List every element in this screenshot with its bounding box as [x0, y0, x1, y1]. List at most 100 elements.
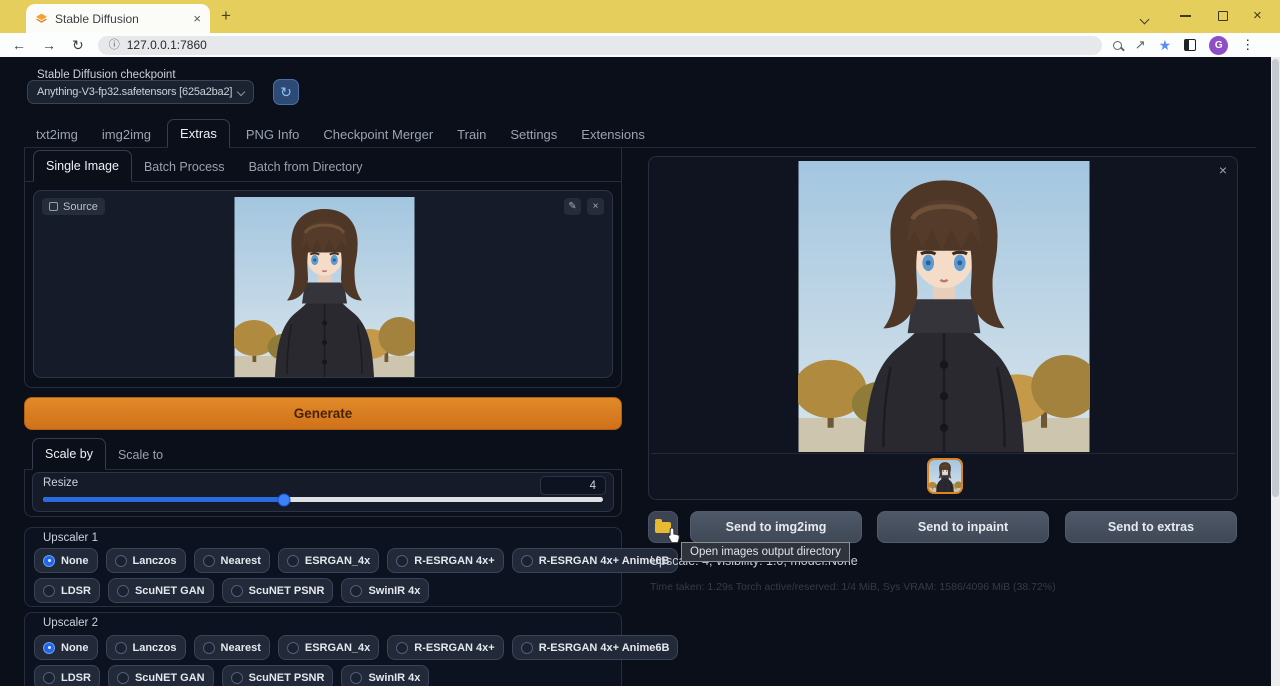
upscaler2-option-resrgan-anime6b[interactable]: R-ESRGAN 4x+ Anime6B	[512, 635, 679, 660]
upscaler2-option-scunet-psnr[interactable]: ScuNET PSNR	[222, 665, 334, 686]
refresh-checkpoints-button[interactable]: ↻	[273, 79, 299, 105]
gallery-close-icon[interactable]: ×	[1219, 163, 1227, 177]
browser-menu-icon[interactable]: ⋮	[1241, 37, 1254, 53]
upscaler2-option-ldsr[interactable]: LDSR	[34, 665, 100, 686]
radio-icon	[231, 585, 243, 597]
tab-png-info[interactable]: PNG Info	[238, 121, 307, 148]
performance-info-text: Time taken: 1.29s Torch active/reserved:…	[650, 581, 1056, 593]
tab-title: Stable Diffusion	[55, 12, 186, 26]
extras-panel: Single Image Batch Process Batch from Di…	[24, 148, 622, 388]
source-image-dropzone[interactable]: Source ✎ ×	[33, 190, 613, 378]
window-menu-icon[interactable]	[1141, 12, 1148, 25]
upscaler1-option-ldsr[interactable]: LDSR	[34, 578, 100, 603]
slider-fill	[43, 497, 284, 502]
window-close-icon[interactable]: ×	[1253, 8, 1262, 23]
browser-toolbar: ← → ↻ ⓘ 127.0.0.1:7860 ↗ ★ G ⋮	[0, 33, 1280, 57]
send-to-extras-button[interactable]: Send to extras	[1065, 511, 1237, 543]
reload-icon[interactable]: ↻	[72, 38, 84, 52]
upscaler2-option-esrgan4x[interactable]: ESRGAN_4x	[278, 635, 379, 660]
upscaler1-option-nearest[interactable]: Nearest	[194, 548, 270, 573]
gallery-thumbnail-selected[interactable]	[927, 458, 963, 494]
extras-subtabs: Single Image Batch Process Batch from Di…	[25, 148, 621, 182]
resize-slider[interactable]	[43, 497, 603, 502]
radio-icon	[117, 672, 129, 684]
resize-value-input[interactable]: 4	[540, 476, 606, 495]
new-tab-button[interactable]: +	[221, 6, 231, 26]
upscaler2-label: Upscaler 2	[43, 617, 98, 629]
tab-settings[interactable]: Settings	[502, 121, 565, 148]
tab-scale-to[interactable]: Scale to	[106, 440, 175, 470]
browser-titlebar: Stable Diffusion × + ×	[0, 0, 1280, 33]
url-text: 127.0.0.1:7860	[127, 38, 207, 52]
tab-checkpoint-merger[interactable]: Checkpoint Merger	[315, 121, 441, 148]
source-badge: Source	[42, 198, 105, 215]
upscaler1-option-resrgan4x[interactable]: R-ESRGAN 4x+	[387, 548, 503, 573]
upscaler2-option-resrgan4x[interactable]: R-ESRGAN 4x+	[387, 635, 503, 660]
scrollbar-thumb[interactable]	[1272, 59, 1279, 497]
upscaler1-option-scunet-gan[interactable]: ScuNET GAN	[108, 578, 214, 603]
upscaler2-block: Upscaler 2 None Lanczos Nearest ESRGAN_4…	[24, 612, 622, 686]
image-icon	[49, 202, 58, 211]
tooltip: Open images output directory	[681, 542, 850, 562]
radio-icon	[115, 642, 127, 654]
upscaler1-option-esrgan4x[interactable]: ESRGAN_4x	[278, 548, 379, 573]
minimize-icon[interactable]	[1180, 15, 1191, 17]
send-to-img2img-button[interactable]: Send to img2img	[690, 511, 862, 543]
tab-train[interactable]: Train	[449, 121, 494, 148]
edit-pencil-icon[interactable]: ✎	[564, 198, 581, 215]
radio-icon	[521, 642, 533, 654]
scale-tabnav: Scale by Scale to	[24, 442, 622, 470]
upscaler1-option-lanczos[interactable]: Lanczos	[106, 548, 186, 573]
upscaler2-option-nearest[interactable]: Nearest	[194, 635, 270, 660]
radio-icon	[231, 672, 243, 684]
source-badge-label: Source	[63, 201, 98, 213]
thumbnail-image	[929, 460, 961, 492]
upscaler1-option-scunet-psnr[interactable]: ScuNET PSNR	[222, 578, 334, 603]
clear-image-icon[interactable]: ×	[587, 198, 604, 215]
address-bar[interactable]: ⓘ 127.0.0.1:7860	[98, 36, 1102, 55]
subtab-batch-from-directory[interactable]: Batch from Directory	[237, 152, 375, 182]
send-to-inpaint-button[interactable]: Send to inpaint	[877, 511, 1049, 543]
favicon-icon	[35, 12, 48, 25]
profile-avatar[interactable]: G	[1209, 36, 1228, 55]
page-scrollbar[interactable]	[1271, 57, 1280, 686]
result-image[interactable]	[798, 161, 1090, 452]
upscaler1-option-swinir4x[interactable]: SwinIR 4x	[341, 578, 429, 603]
tab-img2img[interactable]: img2img	[94, 121, 159, 148]
radio-icon	[396, 555, 408, 567]
radio-icon	[350, 672, 362, 684]
upscaler2-option-none[interactable]: None	[34, 635, 98, 660]
upscaler2-option-scunet-gan[interactable]: ScuNET GAN	[108, 665, 214, 686]
subtab-batch-process[interactable]: Batch Process	[132, 152, 237, 182]
back-icon[interactable]: ←	[12, 38, 26, 52]
slider-thumb[interactable]	[277, 493, 290, 506]
tab-scale-by[interactable]: Scale by	[32, 438, 106, 470]
bookmark-star-icon[interactable]: ★	[1159, 37, 1172, 54]
upscaler2-option-lanczos[interactable]: Lanczos	[106, 635, 186, 660]
share-icon[interactable]: ↗	[1135, 37, 1146, 53]
radio-icon	[43, 585, 55, 597]
source-image[interactable]	[234, 197, 415, 377]
zoom-icon[interactable]	[1113, 41, 1122, 50]
upscaler1-option-none[interactable]: None	[34, 548, 98, 573]
tab-extras[interactable]: Extras	[167, 119, 230, 148]
radio-selected-icon	[43, 555, 55, 567]
radio-icon	[396, 642, 408, 654]
radio-selected-icon	[43, 642, 55, 654]
subtab-single-image[interactable]: Single Image	[33, 150, 132, 182]
upscaler1-block: Upscaler 1 None Lanczos Nearest ESRGAN_4…	[24, 527, 622, 607]
tab-txt2img[interactable]: txt2img	[28, 121, 86, 148]
tab-close-icon[interactable]: ×	[193, 12, 201, 25]
radio-icon	[43, 672, 55, 684]
side-panel-icon[interactable]	[1184, 39, 1196, 51]
generate-button[interactable]: Generate	[24, 397, 622, 430]
radio-icon	[203, 555, 215, 567]
restore-icon[interactable]	[1218, 11, 1228, 21]
upscaler2-option-swinir4x[interactable]: SwinIR 4x	[341, 665, 429, 686]
forward-icon[interactable]: →	[42, 38, 56, 52]
site-info-icon[interactable]: ⓘ	[109, 40, 120, 51]
tab-extensions[interactable]: Extensions	[573, 121, 653, 148]
checkpoint-dropdown[interactable]: Anything-V3-fp32.safetensors [625a2ba2]	[27, 80, 254, 104]
checkpoint-value: Anything-V3-fp32.safetensors [625a2ba2]	[37, 86, 232, 98]
browser-tab[interactable]: Stable Diffusion ×	[26, 4, 210, 33]
